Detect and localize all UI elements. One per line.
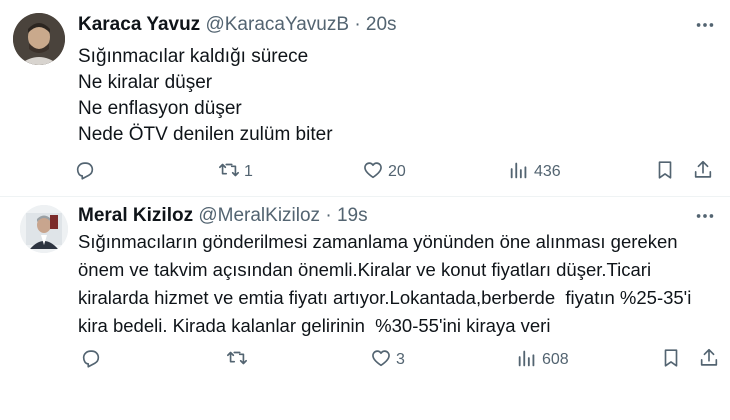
reply-button[interactable] xyxy=(74,157,100,187)
share-button[interactable] xyxy=(698,345,720,375)
views-icon xyxy=(516,347,538,374)
bookmark-button[interactable] xyxy=(660,345,682,375)
retweet-icon xyxy=(226,347,248,374)
like-button[interactable]: 3 xyxy=(370,345,405,375)
views-button[interactable]: 436 xyxy=(508,157,561,187)
bookmark-icon xyxy=(654,159,676,186)
reply-button[interactable] xyxy=(80,345,106,375)
reply-icon xyxy=(80,347,102,374)
views-button[interactable]: 608 xyxy=(516,345,569,375)
separator: · xyxy=(354,14,361,35)
tweet[interactable]: Karaca Yavuz @KaracaYavuzB · 20s Sığınma… xyxy=(0,0,730,197)
action-bar: 3 608 xyxy=(0,345,730,375)
retweet-button[interactable]: 1 xyxy=(218,157,253,187)
views-icon xyxy=(508,159,530,186)
bookmark-button[interactable] xyxy=(654,157,676,187)
view-count: 608 xyxy=(542,351,569,368)
tweet-header: Karaca Yavuz @KaracaYavuzB · 20s xyxy=(78,14,397,36)
like-button[interactable]: 20 xyxy=(362,157,406,187)
heart-icon xyxy=(370,347,392,374)
user-handle[interactable]: @MeralKiziloz xyxy=(198,205,320,226)
more-icon[interactable] xyxy=(694,205,716,227)
bookmark-icon xyxy=(660,347,682,374)
retweet-button[interactable] xyxy=(226,345,252,375)
like-count: 3 xyxy=(396,351,405,368)
share-icon xyxy=(692,159,714,186)
heart-icon xyxy=(362,159,384,186)
tweet-text: Sığınmacıların gönderilmesi zamanlama yö… xyxy=(78,231,697,336)
like-count: 20 xyxy=(388,163,406,180)
timestamp[interactable]: 20s xyxy=(366,14,397,35)
action-bar: 1 20 436 xyxy=(0,157,730,187)
avatar[interactable] xyxy=(13,13,65,65)
avatar[interactable] xyxy=(20,205,68,253)
tweet-text: Sığınmacılar kaldığı sürece Ne kiralar d… xyxy=(78,46,333,145)
display-name[interactable]: Meral Kiziloz xyxy=(78,205,193,226)
share-icon xyxy=(698,347,720,374)
tweet[interactable]: Meral Kiziloz @MeralKiziloz · 19s Sığınm… xyxy=(0,197,730,420)
separator: · xyxy=(325,205,332,226)
display-name[interactable]: Karaca Yavuz xyxy=(78,14,200,35)
view-count: 436 xyxy=(534,163,561,180)
more-icon[interactable] xyxy=(694,14,716,36)
share-button[interactable] xyxy=(692,157,714,187)
reply-icon xyxy=(74,159,96,186)
user-handle[interactable]: @KaracaYavuzB xyxy=(205,14,349,35)
retweet-icon xyxy=(218,159,240,186)
timestamp[interactable]: 19s xyxy=(337,205,368,226)
tweet-header: Meral Kiziloz @MeralKiziloz · 19s xyxy=(78,205,368,227)
retweet-count: 1 xyxy=(244,163,253,180)
